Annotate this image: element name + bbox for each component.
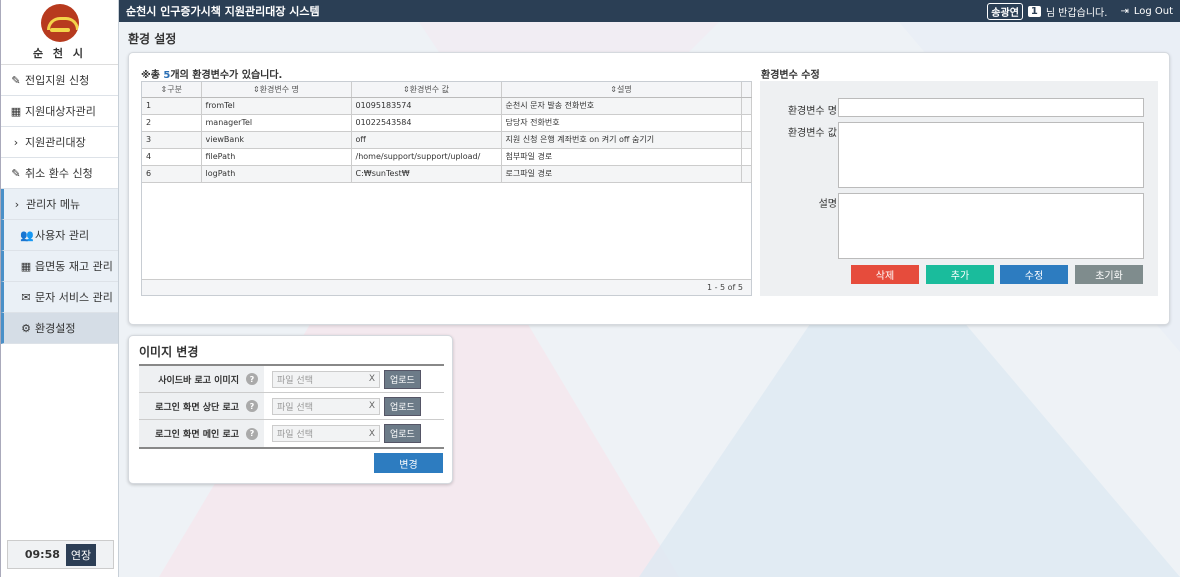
mail-icon: ✉	[21, 290, 31, 304]
upload-button[interactable]: 업로드	[384, 396, 421, 416]
clear-icon[interactable]: X	[369, 429, 375, 439]
form-icon: ✎	[11, 73, 21, 87]
sidebar-item-cancel-refund[interactable]: ✎ 취소 환수 신청	[1, 158, 118, 189]
app-title: 순천시 인구증가시책 지원관리대장 시스템	[126, 5, 320, 18]
clear-icon[interactable]: X	[369, 374, 375, 384]
desc-textarea[interactable]	[838, 193, 1144, 259]
env-count: ※총 5개의 환경변수가 있습니다.	[141, 70, 283, 81]
sidebar-item-admin-menu[interactable]: › 관리자 메뉴	[1, 189, 118, 220]
value-textarea[interactable]	[838, 122, 1144, 188]
sidebar: 순 천 시 ✎ 전입지원 신청 ▦ 지원대상자관리 › 지원관리대장 ✎ 취소 환수 신…	[0, 0, 119, 577]
chevron-right-icon: ›	[13, 135, 19, 149]
edit-form: 환경변수 명 환경변수 값 설명 삭제 추가 수정 초기화	[760, 81, 1158, 296]
extend-button[interactable]: 연장	[65, 543, 97, 566]
edit-title: 환경변수 수정	[761, 70, 820, 81]
chevron-right-icon: ›	[14, 197, 20, 211]
row-label: 로그인 화면 메인 로고?	[139, 420, 264, 447]
table-icon: ▦	[20, 259, 32, 273]
image-upload-list: 사이드바 로고 이미지? 파일 선택 X 업로드 로그인 화면 상단 로고? 파일…	[139, 364, 444, 449]
gear-icon: ⚙	[21, 321, 31, 335]
column-header[interactable]: ⇕설명	[501, 82, 742, 98]
page-title: 환경 설정	[128, 32, 177, 46]
logo: 순 천 시	[1, 0, 118, 65]
help-icon[interactable]: ?	[246, 427, 258, 440]
users-icon: 👥	[20, 228, 34, 242]
sidebar-item-support-ledger[interactable]: › 지원관리대장	[1, 127, 118, 158]
add-button[interactable]: 추가	[926, 265, 994, 284]
timer-value: 09:58	[24, 548, 60, 561]
name-input[interactable]	[838, 98, 1144, 117]
image-change-title: 이미지 변경	[139, 345, 199, 359]
change-button[interactable]: 변경	[374, 453, 443, 473]
form-icon: ✎	[11, 166, 21, 180]
logo-text: 순 천 시	[32, 46, 87, 60]
file-input[interactable]: 파일 선택 X	[272, 425, 380, 442]
row-label: 로그인 화면 상단 로고?	[139, 393, 264, 419]
table-row[interactable]: 2 managerTel 01022543584 담당자 전화번호	[142, 114, 752, 132]
sidebar-item-sms-service[interactable]: ✉ 문자 서비스 관리	[1, 282, 118, 313]
logout-link[interactable]: Log Out	[1134, 6, 1173, 17]
delete-button[interactable]: 삭제	[851, 265, 919, 284]
table-row[interactable]: 1 fromTel 01095183574 순천시 문자 발송 전화번호	[142, 97, 752, 115]
upload-button[interactable]: 업로드	[384, 369, 421, 389]
name-label: 환경변수 명	[787, 106, 837, 117]
sidebar-item-settings[interactable]: ⚙ 환경설정	[1, 313, 118, 344]
row-label: 사이드바 로고 이미지?	[139, 366, 264, 392]
session-timer: 09:58 연장	[7, 540, 114, 569]
column-header[interactable]: ⇕환경변수 명	[201, 82, 352, 98]
list-item: 사이드바 로고 이미지? 파일 선택 X 업로드	[139, 366, 444, 393]
sidebar-item-move-in-application[interactable]: ✎ 전입지원 신청	[1, 65, 118, 96]
city-emblem	[40, 3, 79, 42]
list-item: 로그인 화면 상단 로고? 파일 선택 X 업로드	[139, 393, 444, 420]
count-badge: 1	[1027, 5, 1041, 17]
user-badge: 송광연	[987, 2, 1023, 20]
list-item: 로그인 화면 메인 로고? 파일 선택 X 업로드	[139, 420, 444, 447]
image-change-panel: 이미지 변경 사이드바 로고 이미지? 파일 선택 X 업로드 로그인 화면 상단…	[128, 335, 453, 484]
pager-info: 1 - 5 of 5	[142, 279, 751, 295]
table-row[interactable]: 3 viewBank off 지원 신청 은행 계좌번호 on 켜기 off 숨기기	[142, 131, 752, 149]
update-button[interactable]: 수정	[1000, 265, 1068, 284]
sidebar-item-user-management[interactable]: 👥 사용자 관리	[1, 220, 118, 251]
env-settings-panel: ※총 5개의 환경변수가 있습니다. ⇕구분 ⇕환경변수 명 ⇕환경변수 값 ⇕…	[128, 52, 1170, 325]
header: 순천시 인구증가시책 지원관리대장 시스템 송광연 1 님 반갑습니다. ⇥ L…	[119, 0, 1180, 22]
help-icon[interactable]: ?	[246, 373, 258, 385]
sidebar-item-support-target[interactable]: ▦ 지원대상자관리	[1, 96, 118, 127]
greeting: 님 반갑습니다.	[1045, 7, 1108, 19]
clear-icon[interactable]: X	[369, 401, 375, 411]
table-row[interactable]: 4 filePath/home/support/support/upload/첨부…	[142, 148, 752, 166]
column-header[interactable]: ⇕구분	[142, 82, 202, 98]
help-icon[interactable]: ?	[246, 400, 258, 412]
column-header[interactable]: ⇕환경변수 값	[351, 82, 502, 98]
file-input[interactable]: 파일 선택 X	[272, 370, 380, 388]
scroll-gutter	[741, 82, 752, 98]
env-table: ⇕구분 ⇕환경변수 명 ⇕환경변수 값 ⇕설명 1 fromTel 01095183…	[141, 81, 752, 296]
table-header-row: ⇕구분 ⇕환경변수 명 ⇕환경변수 값 ⇕설명	[142, 82, 752, 98]
sidebar-item-inventory[interactable]: ▦ 읍면동 재고 관리	[1, 251, 118, 282]
reset-button[interactable]: 초기화	[1075, 265, 1143, 284]
desc-label: 설명	[818, 199, 837, 210]
table-row[interactable]: 6 logPath C:₩sunTest₩ 로그파일 경로	[142, 165, 752, 183]
logout-icon[interactable]: ⇥	[1120, 6, 1128, 17]
file-input[interactable]: 파일 선택 X	[272, 397, 380, 415]
table-icon: ▦	[10, 104, 22, 118]
value-label: 환경변수 값	[787, 128, 837, 139]
upload-button[interactable]: 업로드	[384, 424, 421, 443]
